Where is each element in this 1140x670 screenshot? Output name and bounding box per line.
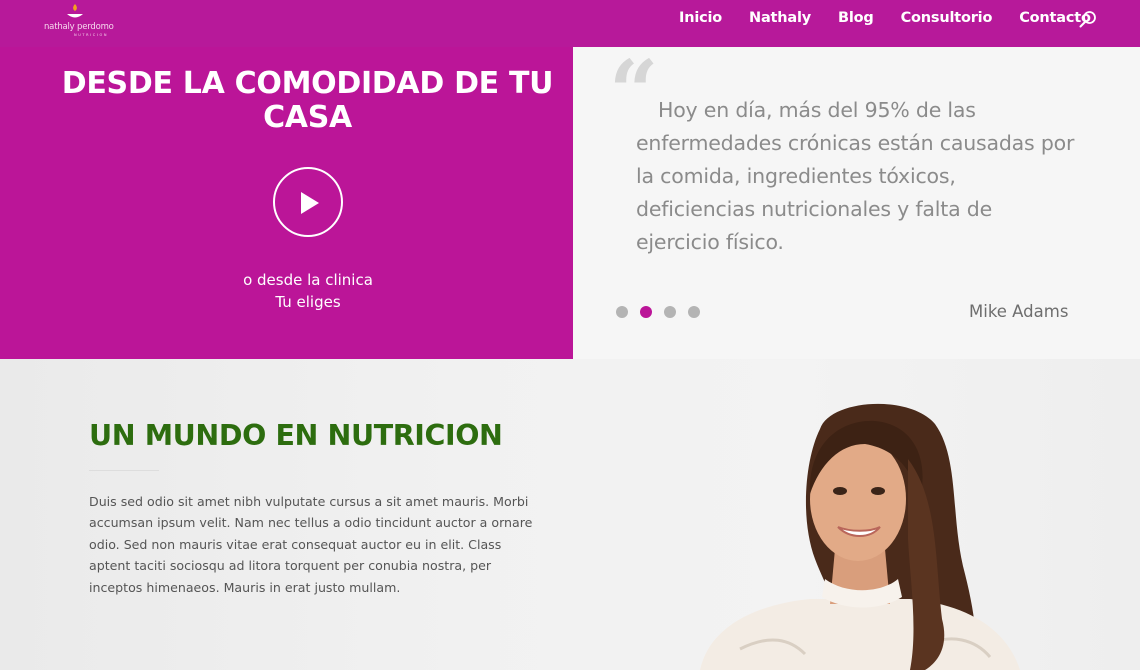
testimonial-quote: Hoy en día, más del 95% de las enfermeda… (636, 98, 1075, 254)
testimonial-slider: “ Hoy en día, más del 95% de las enferme… (573, 47, 1140, 359)
logo-name: nathaly perdomo (44, 22, 114, 32)
top-navbar: nathaly perdomo NUTRICION Inicio Nathaly… (0, 0, 1140, 47)
slider-dot-3[interactable] (664, 306, 676, 318)
slider-dot-4[interactable] (688, 306, 700, 318)
nav-consultorio[interactable]: Consultorio (901, 10, 993, 26)
hero-subtitle-line1: o desde la clinica (243, 271, 373, 289)
about-title: UN MUNDO EN NUTRICION (89, 419, 503, 452)
slider-dot-1[interactable] (616, 306, 628, 318)
nutritionist-portrait (700, 403, 1020, 670)
nav-nathaly[interactable]: Nathaly (749, 10, 811, 26)
hero-video-panel: DESDE LA COMODIDAD DE TU CASA o desde la… (0, 47, 573, 359)
nav-inicio[interactable]: Inicio (679, 10, 722, 26)
logo-tagline: NUTRICION (74, 33, 109, 37)
slider-dots (616, 306, 700, 318)
logo-bowl-icon (67, 4, 83, 18)
about-section: UN MUNDO EN NUTRICION Duis sed odio sit … (0, 359, 1140, 670)
about-text: Duis sed odio sit amet nibh vulputate cu… (89, 494, 533, 595)
slider-dot-2[interactable] (640, 306, 652, 318)
nav-blog[interactable]: Blog (838, 10, 874, 26)
hero-subtitle-line2: Tu eliges (275, 293, 341, 311)
hero-subtitle: o desde la clinica Tu eliges (160, 269, 456, 313)
play-video-button[interactable] (273, 167, 343, 237)
main-nav: Inicio Nathaly Blog Consultorio Contacto (679, 10, 1118, 26)
title-divider (89, 470, 159, 471)
hero-title: DESDE LA COMODIDAD DE TU CASA (61, 66, 554, 135)
play-icon (301, 192, 319, 214)
site-logo[interactable]: nathaly perdomo NUTRICION (44, 3, 114, 39)
search-icon[interactable] (1079, 10, 1097, 28)
testimonial-author: Mike Adams (969, 302, 1069, 321)
